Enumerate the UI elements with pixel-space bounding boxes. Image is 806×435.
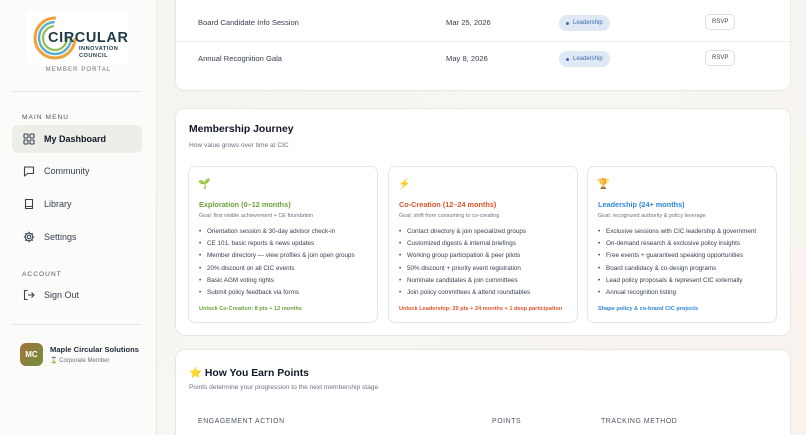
sidebar-item-label: My Dashboard xyxy=(44,134,107,144)
sidebar-item-community[interactable]: Community xyxy=(12,157,142,185)
stage-leadership: 🏆 Leadership (24+ months) Goal: recogniz… xyxy=(587,166,777,323)
sidebar-item-label: Library xyxy=(44,199,72,209)
rsvp-button[interactable]: RSVP xyxy=(705,50,736,66)
logo-subtitle-line1: INNOVATION xyxy=(79,46,119,52)
stage-unlock: Unlock Co-Creation: 8 pts + 12 months xyxy=(199,306,303,312)
event-tag-label: Leadership xyxy=(573,20,603,26)
org-tier: ⌛ Corporate Member xyxy=(50,357,110,364)
logo-subtitle-line2: COUNCIL xyxy=(79,53,108,59)
list-item: Submit policy feedback via forms xyxy=(199,289,355,301)
list-item: CE 101, basic reports & news updates xyxy=(199,240,355,252)
event-tag: Leadership xyxy=(559,51,610,67)
org-name: Maple Circular Solutions xyxy=(50,345,140,354)
list-item: Contact directory & join specialized gro… xyxy=(399,228,530,240)
sidebar-item-dashboard[interactable]: My Dashboard xyxy=(12,125,142,153)
earn-points-card: ⭐ How You Earn Points Points determine y… xyxy=(175,349,791,435)
list-item: 20% discount on all CIC events xyxy=(199,265,355,277)
sprout-icon: 🌱 xyxy=(198,179,211,190)
points-title-text: How You Earn Points xyxy=(204,368,309,379)
stage-unlock: Unlock Leadership: 20 pts + 24 months + … xyxy=(399,306,563,312)
column-header-tracking: TRACKING METHOD xyxy=(601,418,678,425)
list-item: Free events + guaranteed speaking opport… xyxy=(598,252,756,264)
stage-benefits: Orientation session & 30-day advisor che… xyxy=(199,228,355,301)
sidebar: CIRCULAR INNOVATION COUNCIL MEMBER PORTA… xyxy=(0,0,157,435)
list-item: Lead policy proposals & represent CIC ex… xyxy=(598,277,756,289)
row-divider xyxy=(176,41,792,42)
event-tag-label: Leadership xyxy=(573,56,603,62)
event-date: May 8, 2026 xyxy=(446,54,488,63)
trophy-icon: 🏆 xyxy=(597,179,610,190)
star-icon: ⭐ xyxy=(189,368,202,379)
column-header-action: ENGAGEMENT ACTION xyxy=(198,418,285,425)
account-label: ACCOUNT xyxy=(22,271,62,278)
grid-icon xyxy=(23,133,35,145)
event-name: Board Candidate Info Session xyxy=(198,18,299,27)
stage-title: Co-Creation (12–24 months) xyxy=(399,200,497,209)
org-profile[interactable]: MC Maple Circular Solutions ⌛ Corporate … xyxy=(20,342,150,368)
logo-name: CIRCULAR xyxy=(48,30,129,46)
list-item: Nominate candidates & join committees xyxy=(399,277,530,289)
stage-goal: Goal: recognized authority & policy leve… xyxy=(598,213,706,219)
lightning-icon: ⚡ xyxy=(398,179,411,190)
sidebar-divider xyxy=(12,91,141,92)
points-title: ⭐ How You Earn Points xyxy=(189,366,309,379)
stage-goal: Goal: shift from consuming to co-creatin… xyxy=(399,213,500,219)
sign-out-label: Sign Out xyxy=(44,290,80,300)
cic-logo[interactable]: CIRCULAR INNOVATION COUNCIL xyxy=(26,11,128,65)
list-item: Join policy committees & attend roundtab… xyxy=(399,289,530,301)
events-card: Board Candidate Info Session Mar 25, 202… xyxy=(175,0,792,91)
list-item: Orientation session & 30-day advisor che… xyxy=(199,228,355,240)
org-tier-label: Corporate Member xyxy=(59,358,110,364)
event-name: Annual Recognition Gala xyxy=(198,54,283,63)
stage-benefits: Contact directory & join specialized gro… xyxy=(399,228,530,301)
sidebar-item-label: Community xyxy=(44,166,90,176)
stage-co-creation: ⚡ Co-Creation (12–24 months) Goal: shift… xyxy=(388,166,578,323)
column-header-points: POINTS xyxy=(492,418,522,425)
chat-icon xyxy=(23,166,35,177)
sidebar-item-library[interactable]: Library xyxy=(12,190,142,218)
rsvp-button[interactable]: RSVP xyxy=(705,14,736,30)
gear-icon xyxy=(23,231,35,243)
stage-goal: Goal: first visible achievement + CE fou… xyxy=(199,213,314,219)
stage-unlock: Shape policy & co-brand CIC projects xyxy=(598,306,699,312)
book-icon xyxy=(24,198,34,210)
list-item: Board candidacy & co-design programs xyxy=(598,265,756,277)
portal-label: MEMBER PORTAL xyxy=(45,67,112,73)
journey-title: Membership Journey xyxy=(189,124,294,135)
list-item: Member directory — view profiles & join … xyxy=(199,252,355,264)
main-menu-label: MAIN MENU xyxy=(22,114,70,121)
list-item: Annual recognition listing xyxy=(598,289,756,301)
event-date: Mar 25, 2026 xyxy=(446,18,491,27)
stage-title: Leadership (24+ months) xyxy=(598,200,685,209)
sign-out-button[interactable]: Sign Out xyxy=(12,281,142,309)
list-item: Customized digests & internal briefings xyxy=(399,240,530,252)
journey-subtitle: How value grows over time at CIC xyxy=(189,142,289,149)
hourglass-icon: ⌛ xyxy=(50,358,58,364)
event-tag: Leadership xyxy=(559,15,610,31)
sidebar-divider xyxy=(12,324,141,325)
logo-subtitle: INNOVATION COUNCIL xyxy=(79,46,118,60)
membership-journey-card: Membership Journey How value grows over … xyxy=(175,108,791,336)
list-item: Exclusive sessions with CIC leadership &… xyxy=(598,228,756,240)
sidebar-item-label: Settings xyxy=(44,232,77,242)
stage-benefits: Exclusive sessions with CIC leadership &… xyxy=(598,228,756,301)
list-item: Basic AGM voting rights xyxy=(199,277,355,289)
sidebar-item-settings[interactable]: Settings xyxy=(12,223,142,251)
stage-title: Exploration (0–12 months) xyxy=(199,200,291,209)
list-item: On-demand research & exclusive policy in… xyxy=(598,240,756,252)
table-row: Board Candidate Info Session Mar 25, 202… xyxy=(198,14,758,33)
list-item: Working group participation & peer pilot… xyxy=(399,252,530,264)
points-subtitle: Points determine your progression to the… xyxy=(189,384,379,391)
avatar: MC xyxy=(20,343,43,366)
list-item: 50% discount + priority event registrati… xyxy=(399,265,530,277)
stage-exploration: 🌱 Exploration (0–12 months) Goal: first … xyxy=(188,166,378,323)
table-row: Annual Recognition Gala May 8, 2026 Lead… xyxy=(198,50,758,69)
sign-out-icon xyxy=(23,289,35,301)
